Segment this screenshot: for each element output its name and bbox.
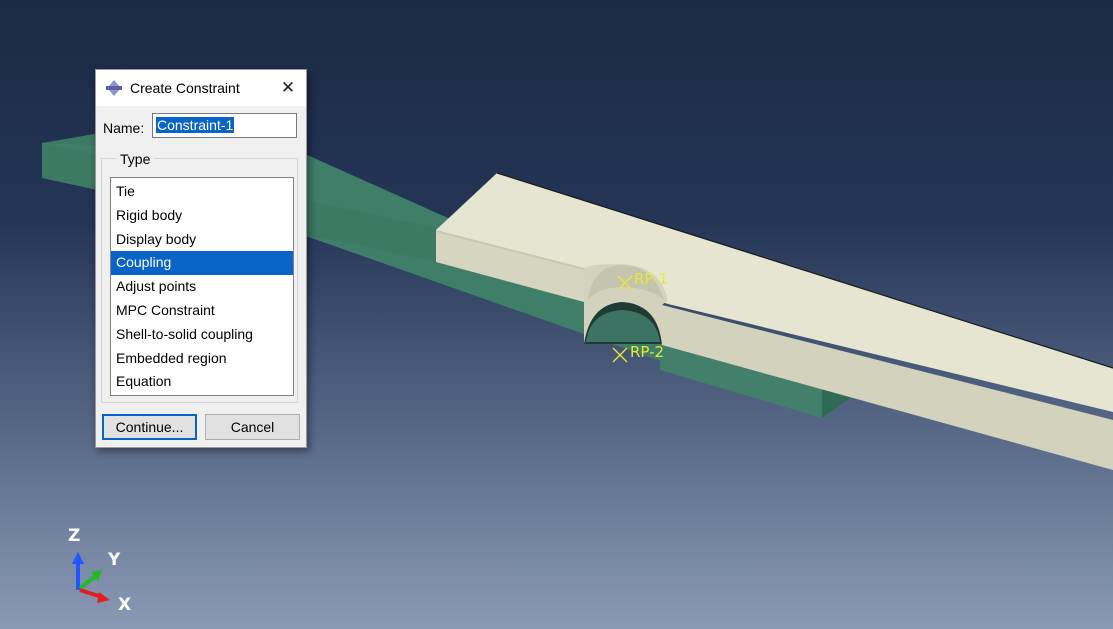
x-axis-label: X bbox=[118, 595, 131, 615]
type-item-embedded-region[interactable]: Embedded region bbox=[111, 347, 293, 371]
create-constraint-dialog[interactable]: Create Constraint ✕ Name: Constraint-1 T… bbox=[95, 69, 307, 448]
axis-triad: Z Y X bbox=[68, 526, 131, 615]
cancel-button[interactable]: Cancel bbox=[205, 414, 300, 440]
type-item-mpc-constraint[interactable]: MPC Constraint bbox=[111, 299, 293, 323]
continue-button[interactable]: Continue... bbox=[102, 414, 197, 440]
type-item-adjust-points[interactable]: Adjust points bbox=[111, 275, 293, 299]
rp2-label: RP-2 bbox=[630, 343, 664, 361]
type-item-equation[interactable]: Equation bbox=[111, 370, 293, 394]
name-input[interactable]: Constraint-1 bbox=[152, 113, 297, 138]
type-group: Type Tie Rigid body Display body Couplin… bbox=[101, 151, 298, 403]
type-list[interactable]: Tie Rigid body Display body Coupling Adj… bbox=[110, 177, 294, 396]
type-group-label: Type bbox=[116, 151, 155, 167]
type-item-rigid-body[interactable]: Rigid body bbox=[111, 204, 293, 228]
y-axis-label: Y bbox=[107, 550, 121, 570]
close-icon: ✕ bbox=[280, 78, 296, 97]
constraint-icon bbox=[106, 80, 122, 96]
close-button[interactable]: ✕ bbox=[276, 76, 300, 100]
type-item-tie[interactable]: Tie bbox=[111, 180, 293, 204]
rp1-label: RP-1 bbox=[634, 270, 668, 288]
name-label: Name: bbox=[103, 120, 145, 136]
upper-plate[interactable] bbox=[436, 172, 1113, 470]
dialog-title: Create Constraint bbox=[130, 80, 240, 96]
type-item-display-body[interactable]: Display body bbox=[111, 228, 293, 252]
z-axis-label: Z bbox=[68, 526, 80, 546]
dialog-titlebar[interactable]: Create Constraint ✕ bbox=[96, 70, 306, 106]
name-input-value: Constraint-1 bbox=[156, 117, 235, 133]
type-item-coupling[interactable]: Coupling bbox=[111, 251, 293, 276]
type-item-shell-to-solid-coupling[interactable]: Shell-to-solid coupling bbox=[111, 323, 293, 347]
